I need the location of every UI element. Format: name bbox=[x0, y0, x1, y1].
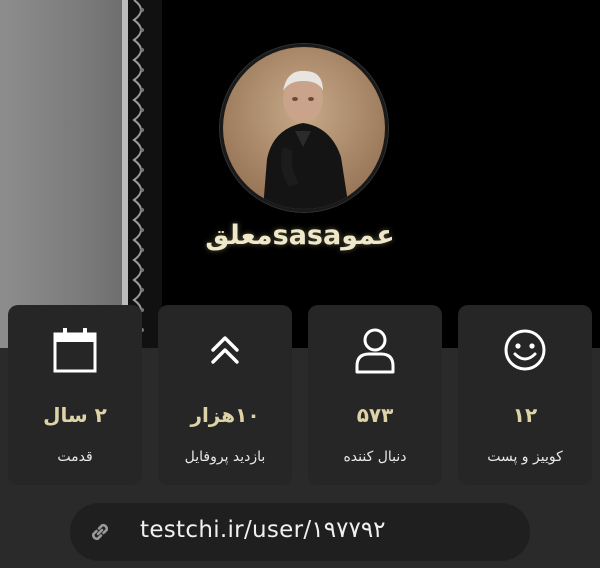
cover-image-left bbox=[0, 0, 122, 348]
profile-cover: عموsasaمعلق bbox=[0, 0, 600, 348]
stat-value: ۱۰هزار bbox=[190, 403, 260, 427]
lace-border-decoration bbox=[122, 0, 162, 348]
double-chevron-up-icon bbox=[207, 325, 243, 375]
profile-url[interactable]: testchi.ir/user/۱۹۷۷۹۲ bbox=[140, 517, 386, 543]
stat-value: ۲ سال bbox=[43, 403, 107, 427]
stat-label: کوییز و پست bbox=[487, 449, 563, 465]
stat-label: دنبال کننده bbox=[343, 449, 407, 465]
link-icon bbox=[88, 520, 112, 548]
avatar-photo bbox=[223, 47, 385, 209]
username: عموsasaمعلق bbox=[205, 220, 395, 251]
stat-card-age[interactable]: ۲ سال قدمت bbox=[8, 305, 142, 485]
stat-label: بازدید پروفایل bbox=[184, 449, 266, 465]
smile-icon bbox=[503, 325, 547, 375]
stat-card-posts[interactable]: ۱۲ کوییز و پست bbox=[458, 305, 592, 485]
stat-value: ۵۷۳ bbox=[356, 403, 394, 427]
stat-label: قدمت bbox=[57, 449, 93, 465]
avatar[interactable] bbox=[220, 44, 388, 212]
user-icon bbox=[353, 325, 397, 375]
stat-value: ۱۲ bbox=[512, 403, 538, 427]
calendar-icon bbox=[52, 325, 98, 375]
stat-card-profile-views[interactable]: ۱۰هزار بازدید پروفایل bbox=[158, 305, 292, 485]
profile-link-bar[interactable]: testchi.ir/user/۱۹۷۷۹۲ bbox=[70, 503, 530, 561]
stat-card-followers[interactable]: ۵۷۳ دنبال کننده bbox=[308, 305, 442, 485]
